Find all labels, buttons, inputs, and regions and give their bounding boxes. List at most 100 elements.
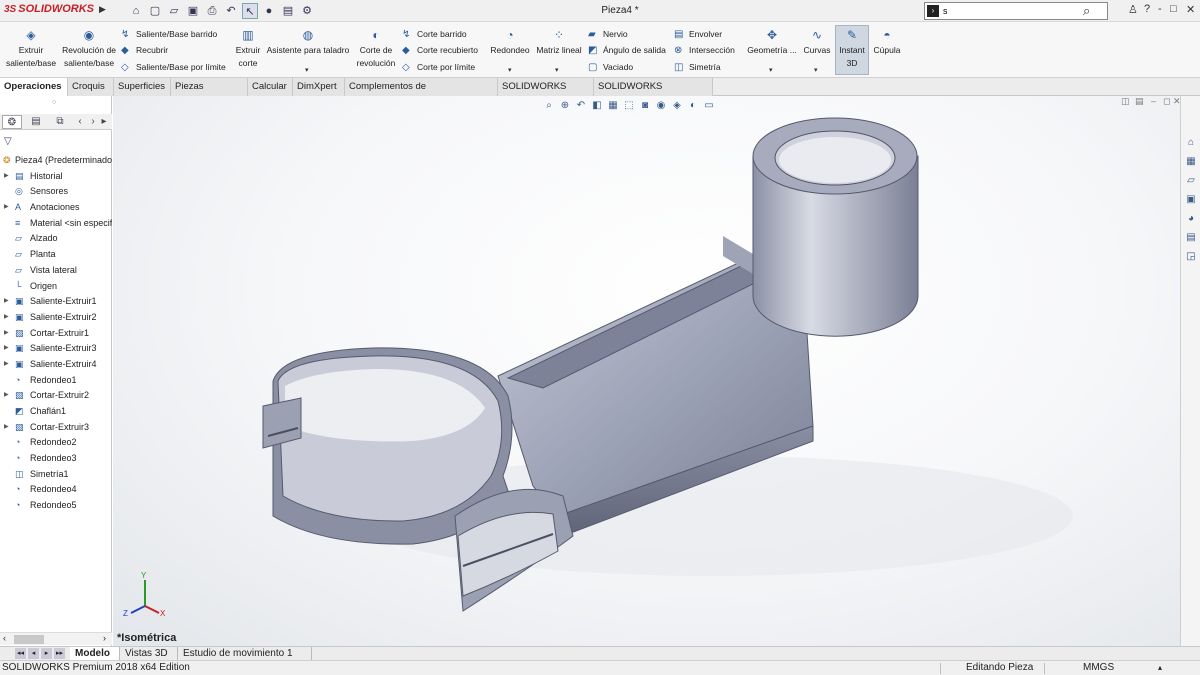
tree-item[interactable]: ◔ Redondeo4 [0, 482, 112, 498]
tab-dimxpert[interactable]: DimXpert [293, 78, 345, 96]
swept-cut-button[interactable]: ↯ Corte barrido [402, 27, 467, 41]
print-icon[interactable]: ⎙ [204, 3, 220, 19]
tree-item[interactable]: ◔ Redondeo2 [0, 435, 112, 451]
boundary-boss-button[interactable]: ◇ Saliente/Base por límite [121, 60, 226, 74]
revolve-boss-button[interactable]: ◉ Revolución de saliente/base [60, 28, 118, 70]
open-folder-icon[interactable]: ▱ [166, 3, 182, 19]
tree-item[interactable]: ▱ Alzado [0, 231, 112, 247]
hole-wizard-dropdown-icon[interactable]: ▾ [305, 66, 309, 74]
tab-calcular[interactable]: Calcular [248, 78, 293, 96]
tab-piezas-soldadas[interactable]: Piezas soldadas [171, 78, 248, 110]
tree-item[interactable]: ▶ ▣ Saliente-Extruir1 [0, 294, 112, 310]
linear-pattern-button[interactable]: ⁘ Matriz lineal [534, 28, 584, 57]
tree-item[interactable]: ▶ ▣ Saliente-Extruir2 [0, 310, 112, 326]
save-icon[interactable]: ▣ [185, 3, 201, 19]
curves-dropdown-icon[interactable]: ▾ [814, 66, 818, 74]
file-properties-icon[interactable]: ▤ [280, 3, 296, 19]
wrap-button[interactable]: ▤ Envolver [674, 27, 722, 41]
file-explorer-icon[interactable]: ▱ [1184, 174, 1198, 188]
tab-operaciones[interactable]: Operaciones [0, 78, 68, 96]
draft-button[interactable]: ◩ Ángulo de salida [588, 43, 666, 57]
config-manager-tab-icon[interactable]: ⧉ [50, 115, 70, 129]
tree-item[interactable]: ▶ ▧ Cortar-Extruir2 [0, 388, 112, 404]
panel-collapse-handle[interactable]: ○ [52, 99, 56, 106]
new-document-icon[interactable]: ▢ [147, 3, 163, 19]
tree-item[interactable]: ▶ ▧ Cortar-Extruir1 [0, 326, 112, 342]
expand-arrow-icon[interactable]: ▶ [4, 294, 9, 310]
menu-expand-icon[interactable]: ▶ [99, 4, 109, 18]
options-gear-icon[interactable]: ⚙ [299, 3, 315, 19]
shell-button[interactable]: ▢ Vaciado [588, 60, 633, 74]
command-search-icon[interactable]: › [927, 5, 939, 17]
restore-button[interactable]: □ [1170, 3, 1177, 15]
tree-item[interactable]: ▱ Vista lateral [0, 263, 112, 279]
mirror-button[interactable]: ◫ Simetría [674, 60, 721, 74]
home-icon[interactable]: ⌂ [128, 3, 144, 19]
tree-item[interactable]: ◫ Simetría1 [0, 467, 112, 483]
tab-vistas-3d[interactable]: Vistas 3D [120, 647, 178, 661]
expand-arrow-icon[interactable]: ▶ [4, 310, 9, 326]
property-manager-tab-icon[interactable]: ▤ [26, 115, 46, 129]
tree-item[interactable]: ▶ ▣ Saliente-Extruir3 [0, 341, 112, 357]
tab-superficies[interactable]: Superficies [114, 78, 171, 96]
extrude-boss-button[interactable]: ◈ Extruir saliente/base [2, 28, 60, 70]
design-library-icon[interactable]: ▦ [1184, 155, 1198, 169]
scroll-thumb[interactable] [14, 635, 44, 644]
panel-horizontal-scrollbar[interactable]: ‹ › [0, 632, 112, 645]
close-button[interactable]: ✕ [1186, 3, 1195, 16]
pattern-dropdown-icon[interactable]: ▾ [555, 66, 559, 74]
intersect-button[interactable]: ⊗ Intersección [674, 43, 735, 57]
tree-item[interactable]: ◔ Redondeo3 [0, 451, 112, 467]
expand-arrow-icon[interactable]: ▶ [4, 341, 9, 357]
appearances-icon[interactable]: ◕ [1184, 212, 1198, 226]
search-input[interactable] [943, 4, 1073, 18]
tree-item[interactable]: ▱ Planta [0, 247, 112, 263]
hole-wizard-button[interactable]: ◍ Asistente para taladro [264, 28, 352, 57]
tree-item[interactable]: ≡ Material <sin especificar> [0, 216, 112, 232]
reference-geometry-button[interactable]: ✥ Geometría ... [744, 28, 800, 57]
tree-root-part[interactable]: ❂ Pieza4 (Predeterminado [0, 153, 112, 169]
swept-boss-button[interactable]: ↯ Saliente/Base barrido [121, 27, 217, 41]
solidworks-resources-icon[interactable]: ⌂ [1184, 136, 1198, 150]
select-pointer-icon[interactable]: ↖ [242, 3, 258, 19]
tree-item[interactable]: ▶ ▣ Saliente-Extruir4 [0, 357, 112, 373]
units-label[interactable]: MMGS [1083, 661, 1114, 675]
tab-complementos[interactable]: Complementos de SOLIDWORKS [345, 78, 498, 110]
tabs-scroll-right-icon[interactable]: › [88, 115, 98, 129]
curves-button[interactable]: ∿ Curvas [802, 28, 832, 57]
revolve-cut-button[interactable]: ◐ Corte de revolución [354, 28, 398, 70]
tab-solidworks-mbd[interactable]: SOLIDWORKS MBD [498, 78, 594, 110]
loft-boss-button[interactable]: ◆ Recubrir [121, 43, 168, 57]
tree-item[interactable]: ▶ ▤ Historial [0, 169, 112, 185]
last-tab-icon[interactable]: ▸▸ [54, 648, 65, 659]
rebuild-icon[interactable]: ● [261, 3, 277, 19]
scroll-right-icon[interactable]: › [103, 633, 106, 643]
fillet-button[interactable]: ◔ Redondeo [488, 28, 532, 57]
tree-item[interactable]: ▶ ▧ Cortar-Extruir3 [0, 420, 112, 436]
tabs-scroll-left-icon[interactable]: ‹ [74, 115, 86, 129]
tab-estudio-movimiento[interactable]: Estudio de movimiento 1 [178, 647, 312, 661]
feature-manager-tab-icon[interactable]: ❂ [2, 115, 22, 129]
user-icon[interactable]: ♙ [1128, 3, 1138, 16]
search-icon[interactable]: ⌕ [1083, 3, 1090, 19]
rib-button[interactable]: ▰ Nervio [588, 27, 628, 41]
scroll-left-icon[interactable]: ‹ [3, 633, 6, 643]
prev-tab-icon[interactable]: ◂ [28, 648, 39, 659]
first-tab-icon[interactable]: ◂◂ [15, 648, 26, 659]
expand-arrow-icon[interactable]: ▶ [4, 200, 9, 216]
units-dropdown-icon[interactable]: ▴ [1158, 661, 1162, 675]
tree-item[interactable]: ◎ Sensores [0, 184, 112, 200]
fillet-dropdown-icon[interactable]: ▾ [508, 66, 512, 74]
minimize-button[interactable]: - [1158, 3, 1162, 15]
ref-geometry-dropdown-icon[interactable]: ▾ [769, 66, 773, 74]
extrude-cut-button[interactable]: ▥ Extruir corte [233, 28, 263, 70]
tab-croquis[interactable]: Croquis [68, 78, 114, 96]
expand-arrow-icon[interactable]: ▶ [4, 420, 9, 436]
undo-icon[interactable]: ↶ [223, 3, 239, 19]
view-palette-icon[interactable]: ▣ [1184, 193, 1198, 207]
forum-icon[interactable]: ◲ [1184, 250, 1198, 264]
filter-icon[interactable]: ▽ [4, 136, 12, 147]
tree-item[interactable]: ▶ A Anotaciones [0, 200, 112, 216]
tree-item[interactable]: ◩ Chaflán1 [0, 404, 112, 420]
custom-properties-icon[interactable]: ▤ [1184, 231, 1198, 245]
